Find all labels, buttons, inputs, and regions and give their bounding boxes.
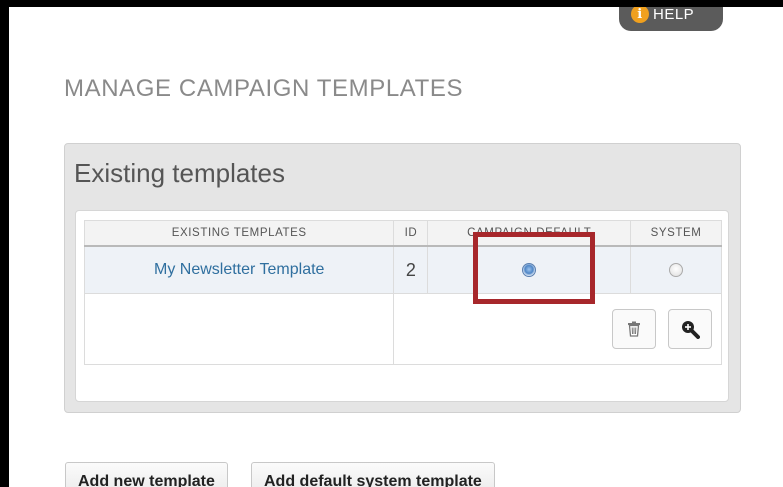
trash-icon (628, 321, 640, 337)
templates-table: EXISTING TEMPLATES ID CAMPAIGN DEFAULT S… (83, 220, 722, 365)
actions-row (83, 293, 722, 365)
add-default-system-template-button[interactable]: Add default system template (251, 462, 495, 487)
page-title: MANAGE CAMPAIGN TEMPLATES (64, 75, 464, 102)
table-row: My Newsletter Template 2 (83, 245, 722, 294)
template-id: 2 (405, 259, 416, 280)
help-button[interactable]: i HELP (619, 7, 723, 31)
actions-empty-cell (83, 293, 395, 365)
campaign-default-radio[interactable] (522, 263, 537, 278)
help-label: HELP (653, 7, 695, 23)
delete-button[interactable] (612, 309, 656, 349)
system-radio[interactable] (669, 263, 684, 278)
col-header-campaign-default[interactable]: CAMPAIGN DEFAULT (427, 220, 632, 247)
page: i HELP MANAGE CAMPAIGN TEMPLATES Existin… (9, 7, 783, 487)
row-actions (395, 309, 720, 349)
view-button[interactable] (668, 309, 712, 349)
add-new-template-button[interactable]: Add new template (65, 462, 228, 487)
panel-inner: EXISTING TEMPLATES ID CAMPAIGN DEFAULT S… (75, 210, 729, 402)
zoom-in-icon (682, 321, 700, 339)
templates-panel: Existing templates EXISTING TEMPLATES ID… (64, 143, 741, 413)
info-icon: i (631, 7, 649, 23)
template-name-link[interactable]: My Newsletter Template (154, 261, 324, 278)
col-header-system[interactable]: SYSTEM (630, 220, 722, 247)
panel-title: Existing templates (74, 158, 285, 188)
col-header-existing-templates[interactable]: EXISTING TEMPLATES (83, 220, 395, 247)
col-header-id[interactable]: ID (393, 220, 429, 247)
